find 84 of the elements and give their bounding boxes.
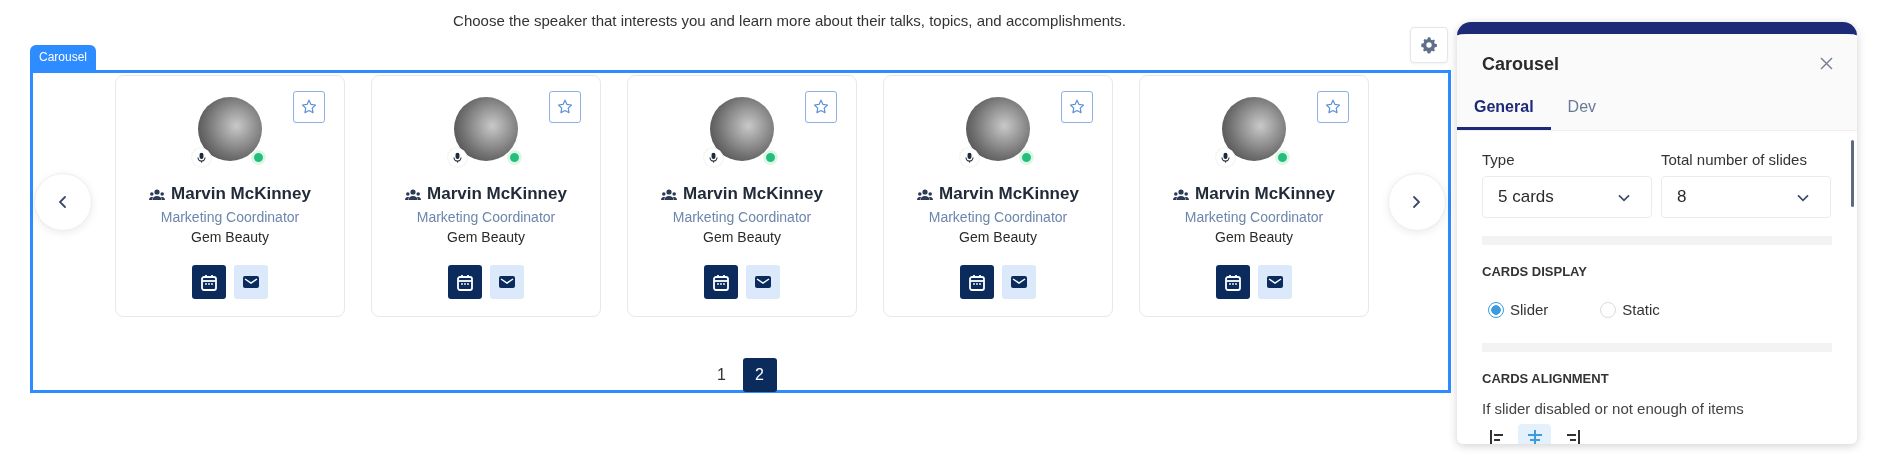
settings-button[interactable] — [1410, 27, 1448, 63]
description-text: Choose the speaker that interests you and learn more about their talks, topics, and accomplishments. — [452, 11, 1127, 30]
avatar-placeholder — [710, 97, 774, 161]
calendar-icon — [200, 273, 218, 291]
chevron-down-icon — [1617, 192, 1631, 202]
people-icon — [149, 188, 166, 200]
calendar-icon — [1224, 273, 1242, 291]
panel-title: Carousel — [1482, 53, 1560, 75]
microphone-icon — [192, 148, 211, 167]
chevron-down-icon — [1796, 192, 1810, 202]
mail-icon — [754, 273, 772, 291]
favorite-button[interactable] — [805, 91, 837, 123]
panel-tab[interactable]: General — [1457, 86, 1551, 130]
speaker-company: Gem Beauty — [702, 229, 782, 245]
speaker-company: Gem Beauty — [1214, 229, 1294, 245]
speaker-company: Gem Beauty — [958, 229, 1038, 245]
mail-button[interactable] — [490, 265, 524, 299]
avatar-placeholder — [966, 97, 1030, 161]
settings-icon — [1420, 36, 1438, 54]
microphone-icon — [960, 148, 979, 167]
star-icon — [556, 98, 574, 116]
avatar-placeholder — [454, 97, 518, 161]
speaker-company: Gem Beauty — [446, 229, 526, 245]
close-icon — [1819, 56, 1834, 71]
page-button[interactable]: 1 — [704, 358, 739, 392]
favorite-button[interactable] — [549, 91, 581, 123]
mail-button[interactable] — [234, 265, 268, 299]
close-button[interactable] — [1819, 56, 1835, 72]
calendar-button[interactable] — [1216, 265, 1250, 299]
microphone-icon — [704, 148, 723, 167]
star-icon — [300, 98, 318, 116]
mail-button[interactable] — [1002, 265, 1036, 299]
dropdown[interactable]: 5 cards — [1482, 176, 1652, 218]
speaker-name: Marvin McKinney — [171, 184, 311, 204]
section-heading: CARDS ALIGNMENT — [1482, 371, 1610, 386]
star-icon — [812, 98, 830, 116]
carousel-label: Carousel — [30, 45, 97, 70]
radio-label: Static — [1622, 301, 1660, 318]
calendar-icon — [712, 273, 730, 291]
people-icon — [661, 188, 678, 200]
radio-label: Slider — [1510, 301, 1549, 318]
calendar-button[interactable] — [704, 265, 738, 299]
speaker-name: Marvin McKinney — [1195, 184, 1335, 204]
calendar-button[interactable] — [960, 265, 994, 299]
speaker-role: Marketing Coordinator — [671, 209, 813, 225]
favorite-button[interactable] — [293, 91, 325, 123]
mail-button[interactable] — [1258, 265, 1292, 299]
mail-icon — [498, 273, 516, 291]
field-label: Type — [1482, 151, 1516, 168]
speaker-name: Marvin McKinney — [427, 184, 567, 204]
calendar-button[interactable] — [192, 265, 226, 299]
star-icon — [1068, 98, 1086, 116]
section-heading: CARDS DISPLAY — [1482, 264, 1588, 279]
people-icon — [405, 188, 422, 200]
speaker-name: Marvin McKinney — [683, 184, 823, 204]
microphone-icon — [1216, 148, 1235, 167]
favorite-button[interactable] — [1317, 91, 1349, 123]
speaker-role: Marketing Coordinator — [415, 209, 557, 225]
favorite-button[interactable] — [1061, 91, 1093, 123]
mail-button[interactable] — [746, 265, 780, 299]
radio-button[interactable] — [1488, 301, 1504, 318]
calendar-icon — [968, 273, 986, 291]
mail-icon — [1010, 273, 1028, 291]
calendar-icon — [456, 273, 474, 291]
calendar-button[interactable] — [448, 265, 482, 299]
field-label: Total number of slides — [1661, 151, 1808, 168]
speaker-role: Marketing Coordinator — [159, 209, 301, 225]
microphone-icon — [448, 148, 467, 167]
avatar-placeholder — [198, 97, 262, 161]
avatar-placeholder — [1222, 97, 1286, 161]
hint-text: If slider disabled or not enough of items — [1482, 400, 1745, 417]
speaker-role: Marketing Coordinator — [927, 209, 1069, 225]
speaker-role: Marketing Coordinator — [1183, 209, 1325, 225]
mail-icon — [242, 273, 260, 291]
people-icon — [917, 188, 934, 200]
star-icon — [1324, 98, 1342, 116]
people-icon — [1173, 188, 1190, 200]
speaker-company: Gem Beauty — [190, 229, 270, 245]
page-button[interactable]: 2 — [742, 358, 777, 392]
panel-tab[interactable]: Dev — [1550, 86, 1614, 130]
scrollbar-thumb[interactable] — [1851, 140, 1854, 207]
dropdown[interactable]: 8 — [1661, 176, 1831, 218]
mail-icon — [1266, 273, 1284, 291]
speaker-name: Marvin McKinney — [939, 184, 1079, 204]
